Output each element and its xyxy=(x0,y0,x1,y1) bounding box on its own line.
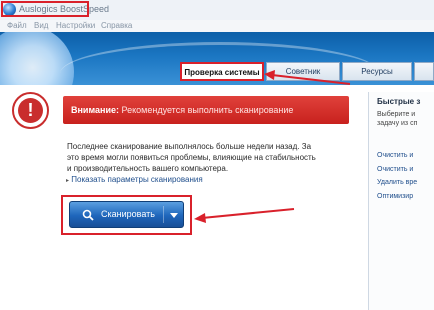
scan-button[interactable]: Сканировать xyxy=(69,201,184,228)
quick-tasks-sidebar: Быстрые з Выберите и задачу из сп Очисти… xyxy=(368,92,434,310)
sidebar-link-optimize[interactable]: Оптимизир xyxy=(377,193,413,200)
warning-text: Внимание: Рекомендуется выполнить сканир… xyxy=(71,105,293,115)
warning-message: Рекомендуется выполнить сканирование xyxy=(121,105,294,115)
arrow-to-tab xyxy=(271,74,351,85)
search-icon xyxy=(82,209,94,221)
sidebar-subtitle-2: задачу из сп xyxy=(377,120,418,127)
scan-description: Последнее сканирование выполнялось больш… xyxy=(67,142,316,173)
arrow-to-scan xyxy=(201,208,295,219)
sidebar-subtitle-1: Выберите и xyxy=(377,111,416,118)
warning-panel: ! Внимание: Рекомендуется выполнить скан… xyxy=(12,92,349,132)
arrow-head-scan xyxy=(194,213,206,223)
sidebar-link-delete-temp[interactable]: Удалить вре xyxy=(377,179,417,186)
sidebar-link-clean-1[interactable]: Очистить и xyxy=(377,152,413,159)
sidebar-title: Быстрые з xyxy=(377,97,421,106)
arrow-head-tab xyxy=(264,70,275,80)
sidebar-link-clean-2[interactable]: Очистить и xyxy=(377,166,413,173)
chevron-down-icon[interactable] xyxy=(170,213,178,218)
scan-button-separator xyxy=(163,206,164,223)
scan-params-label: Показать параметры сканирования xyxy=(71,175,203,184)
scan-button-label: Сканировать xyxy=(101,209,155,219)
show-scan-params-link[interactable]: ▸ Показать параметры сканирования xyxy=(66,175,203,184)
warning-bar: Внимание: Рекомендуется выполнить сканир… xyxy=(63,96,349,124)
warning-icon: ! xyxy=(12,92,49,129)
triangle-right-icon: ▸ xyxy=(66,178,70,184)
warning-prefix: Внимание: xyxy=(71,105,119,115)
